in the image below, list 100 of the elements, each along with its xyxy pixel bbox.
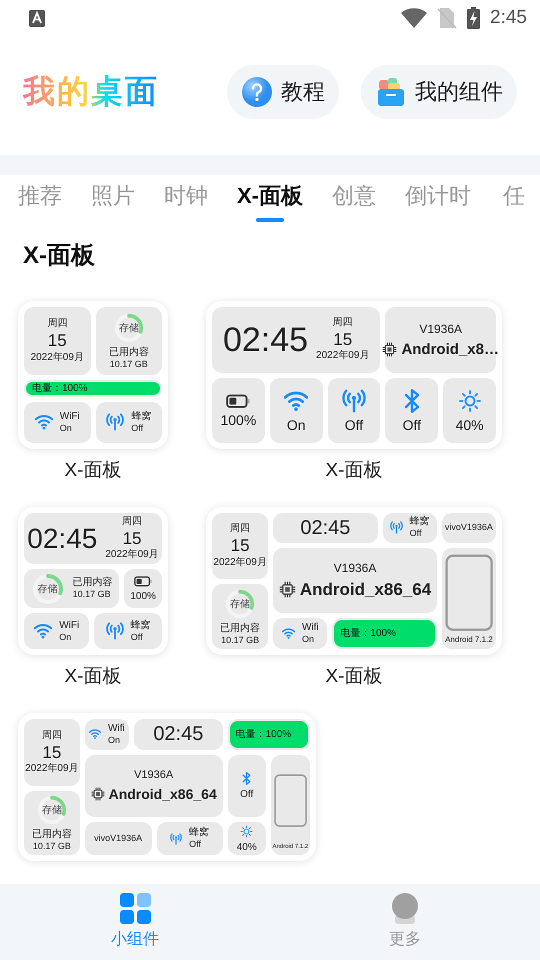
toggle-state: On xyxy=(302,634,314,645)
battery-icon xyxy=(226,394,250,408)
month-label: 2022年09月 xyxy=(30,352,84,364)
ring-label: 存储 xyxy=(42,804,62,817)
antenna-icon xyxy=(390,521,403,534)
ring-label: 存储 xyxy=(38,582,58,596)
antenna-icon xyxy=(342,388,366,413)
antenna-icon xyxy=(106,413,124,432)
day-number: 15 xyxy=(333,329,352,350)
wifi-tile[interactable]: WiFi On xyxy=(24,613,90,649)
category-tab[interactable]: X-面板 xyxy=(237,175,303,225)
clock-time: 02:45 xyxy=(27,524,98,553)
month-label: 2022年09月 xyxy=(25,762,79,775)
clock-time: 02:45 xyxy=(300,518,350,538)
avatar-icon xyxy=(391,893,419,924)
wifi-icon xyxy=(34,413,53,432)
widget-card[interactable]: 周四 15 2022年09月 存储 已用内容 10.17 GB 02:45 蜂窝 Off vivoV1936A V1936A Android_x86_64 Wifi On 电量：100% Android 7.1.2 xyxy=(206,507,502,655)
toggle-state: Off xyxy=(410,528,422,540)
battery-tile[interactable]: 100% xyxy=(212,378,265,443)
no-sim-icon xyxy=(437,7,458,29)
tile-value: 40% xyxy=(236,842,257,853)
day-number: 15 xyxy=(122,528,142,549)
used-value: 10.17 GB xyxy=(72,589,111,600)
month-label: 2022年09月 xyxy=(316,350,370,362)
month-label: 2022年09月 xyxy=(213,556,267,569)
tile-value: On xyxy=(286,418,306,432)
device-name: Android_x86_64 xyxy=(300,580,432,600)
box-icon xyxy=(375,76,407,108)
weekday-label: 周四 xyxy=(230,523,250,536)
battery-label: 电量：100% xyxy=(339,626,397,640)
toggle-state: Off xyxy=(189,839,201,850)
wifi-tile[interactable]: Wifi On xyxy=(84,719,130,750)
day-number: 15 xyxy=(42,742,62,763)
wifi-icon xyxy=(89,728,102,740)
cellular-tile[interactable]: 蜂窝 Off xyxy=(156,822,223,855)
toggle-label: WiFi xyxy=(60,410,80,423)
status-time: 2:45 xyxy=(490,7,527,29)
device-brand-label: vivoV1936A xyxy=(94,833,142,844)
used-label: 已用内容 xyxy=(108,347,149,360)
section-title: X-面板 xyxy=(22,241,96,271)
battery-tile[interactable]: 100% xyxy=(124,569,162,608)
toggle-state: Off xyxy=(131,422,144,434)
tile-value: Off xyxy=(240,790,254,800)
toggle-label: 蜂窝 xyxy=(131,410,152,423)
tile-value: Off xyxy=(402,418,421,432)
toggle-label: 蜂窝 xyxy=(189,827,210,840)
toggle-label: Wifi xyxy=(302,622,319,634)
device-model: V1936A xyxy=(134,769,174,782)
widget-caption: X-面板 xyxy=(326,667,382,687)
chip-icon xyxy=(90,787,105,802)
bluetooth-tile[interactable]: Off xyxy=(385,378,438,443)
used-value: 10.17 GB xyxy=(32,840,71,852)
clock-time: 02:45 xyxy=(153,724,204,744)
brightness-tile[interactable]: 40% xyxy=(228,822,266,855)
toggle-label: WiFi xyxy=(59,620,80,632)
ring-label: 存储 xyxy=(118,322,139,336)
device-name: Android_x8… xyxy=(401,340,499,358)
antenna-icon xyxy=(170,832,182,845)
weekday-label: 周四 xyxy=(47,318,68,330)
wifi-icon xyxy=(34,622,52,640)
toggle-state: On xyxy=(108,734,120,746)
cellular-tile[interactable]: 蜂窝 Off xyxy=(382,513,437,542)
android-version: Android 7.1.2 xyxy=(445,635,493,644)
weekday-label: 周四 xyxy=(42,730,62,742)
cellular-tile[interactable]: 蜂窝 Off xyxy=(94,613,162,649)
sun-icon xyxy=(458,388,482,413)
used-label: 已用内容 xyxy=(32,828,72,841)
antenna-icon xyxy=(106,622,124,640)
wifi-icon xyxy=(401,8,428,28)
wifi-tile[interactable]: WiFi On xyxy=(24,402,90,443)
cellular-tile[interactable]: 蜂窝 Off xyxy=(96,402,162,443)
battery-charging-icon xyxy=(467,7,480,29)
device-name: Android_x86_64 xyxy=(108,786,217,802)
ring-label: 存储 xyxy=(230,598,250,611)
widget-caption: X-面板 xyxy=(64,461,122,481)
cellular-tile[interactable]: Off xyxy=(328,378,380,443)
help-icon xyxy=(241,76,273,108)
bluetooth-tile[interactable]: Off xyxy=(228,754,266,818)
device-brand-label: vivoV1936A xyxy=(444,522,493,534)
wifi-icon xyxy=(284,388,308,413)
wifi-tile[interactable]: On xyxy=(270,378,323,443)
notification-icon xyxy=(29,10,45,26)
month-label: 2022年09月 xyxy=(105,549,159,562)
used-value: 10.17 GB xyxy=(110,359,148,370)
widget-caption: X-面板 xyxy=(326,461,382,481)
toggle-label: Wifi xyxy=(108,722,125,735)
toggle-state: On xyxy=(59,632,72,642)
widget-card[interactable]: 周四 15 2022年09月 存储 已用内容 10.17 GB 电量：100% WiFi On 蜂窝 Off xyxy=(18,301,168,449)
bluetooth-icon xyxy=(240,772,254,785)
widget-caption: X-面板 xyxy=(64,667,122,687)
used-value: 10.17 GB xyxy=(221,634,260,646)
my-widgets-button[interactable]: 我的组件 xyxy=(361,65,517,119)
brightness-tile[interactable]: 40% xyxy=(443,378,496,443)
toggle-state: Off xyxy=(130,632,143,642)
wifi-tile[interactable]: Wifi On xyxy=(273,618,328,649)
tutorial-button[interactable]: 教程 xyxy=(227,65,339,119)
used-label: 已用内容 xyxy=(220,622,260,635)
tile-value: 100% xyxy=(130,592,156,602)
battery-icon xyxy=(134,576,152,587)
wifi-icon xyxy=(282,626,295,640)
